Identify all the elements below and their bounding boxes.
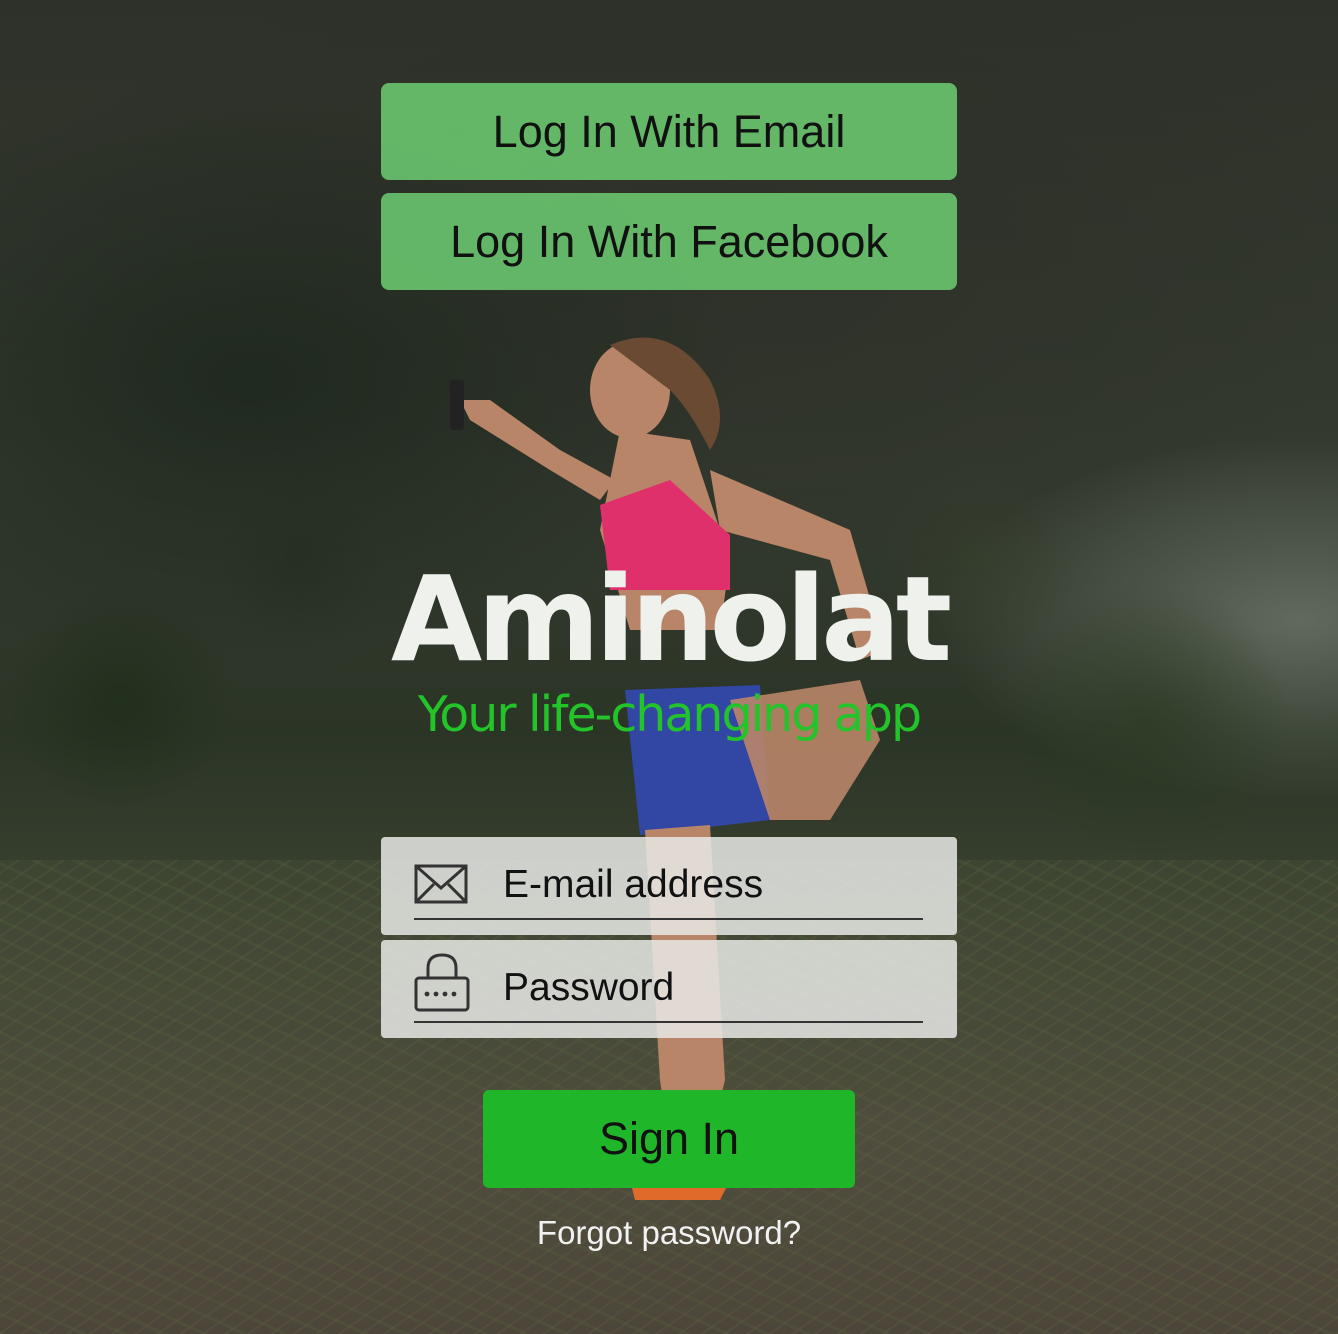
lock-icon [414,953,470,1012]
forgot-password-link[interactable]: Forgot password? [381,1214,957,1252]
password-underline [414,1021,923,1023]
runner-figure [450,337,885,1200]
envelope-icon [414,864,468,904]
app-logo: Aminolat [390,550,952,688]
app-tagline: Your life-changing app [417,686,922,743]
login-with-facebook-button[interactable]: Log In With Facebook [381,193,957,290]
password-field[interactable]: Password [381,940,957,1038]
password-placeholder: Password [503,966,675,1009]
login-with-email-button[interactable]: Log In With Email [381,83,957,180]
email-underline [414,918,923,920]
email-field[interactable]: E-mail address [381,837,957,935]
sign-in-button[interactable]: Sign In [483,1090,855,1188]
email-placeholder: E-mail address [503,863,764,906]
